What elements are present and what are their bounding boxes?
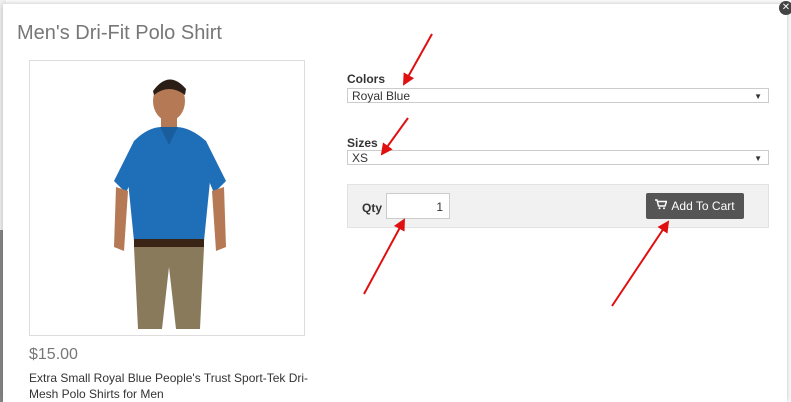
chevron-down-icon: ▼	[754, 154, 762, 163]
chevron-down-icon: ▼	[754, 92, 762, 101]
qty-label: Qty	[362, 201, 383, 215]
colors-select[interactable]: Royal Blue ▼	[347, 88, 769, 103]
close-icon[interactable]: ✕	[779, 1, 791, 15]
product-price: $15.00	[29, 346, 78, 363]
product-description: Extra Small Royal Blue People's Trust Sp…	[29, 371, 309, 401]
sizes-select[interactable]: XS ▼	[347, 150, 769, 165]
add-to-cart-panel: Qty 1 Add To Cart	[347, 184, 769, 228]
add-to-cart-label: Add To Cart	[671, 199, 735, 213]
polo-shirt-photo	[114, 79, 226, 329]
product-modal: ✕ Men's Dri-Fit Polo Shirt $15.00 Extra …	[3, 1, 791, 402]
product-image	[29, 60, 305, 336]
colors-select-value: Royal Blue	[352, 89, 411, 103]
add-to-cart-button[interactable]: Add To Cart	[646, 193, 744, 219]
page-title: Men's Dri-Fit Polo Shirt	[17, 22, 222, 44]
sizes-label: Sizes	[347, 136, 378, 150]
sizes-select-value: XS	[352, 151, 369, 165]
colors-label: Colors	[347, 72, 386, 86]
shopping-cart-icon	[655, 199, 668, 213]
quantity-input[interactable]: 1	[386, 193, 450, 219]
